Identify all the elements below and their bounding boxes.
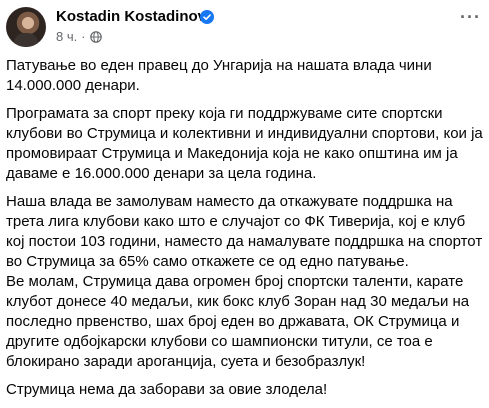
- post-text: Патување во еден правец до Унгарија на н…: [6, 56, 484, 408]
- post-header: Kostadin Kostadinov 8 ч. · ···: [6, 5, 484, 49]
- post-paragraph-4: Ве молам, Струмица дава огромен број спо…: [6, 273, 470, 370]
- meta-separator: ·: [81, 29, 86, 44]
- author-name[interactable]: Kostadin Kostadinov: [56, 8, 206, 26]
- post-paragraph-2: Програмата за спорт преку која ги поддрж…: [6, 105, 483, 182]
- facebook-post: Kostadin Kostadinov 8 ч. · ··· Патување …: [0, 0, 489, 403]
- avatar-figure: [14, 33, 38, 47]
- avatar[interactable]: [6, 7, 46, 47]
- post-paragraph-3: Наша влада ве замолувам наместо да откаж…: [6, 193, 483, 270]
- verified-badge-icon: [200, 10, 214, 24]
- post-time[interactable]: 8 ч.: [56, 29, 77, 45]
- more-options-button[interactable]: ···: [460, 8, 480, 31]
- globe-icon[interactable]: [89, 31, 102, 43]
- post-paragraph-1: Патување во еден правец до Унгарија на н…: [6, 57, 432, 94]
- post-meta: 8 ч. ·: [56, 29, 102, 45]
- post-paragraph-5: Струмица нема да заборави за овие злодел…: [6, 381, 328, 398]
